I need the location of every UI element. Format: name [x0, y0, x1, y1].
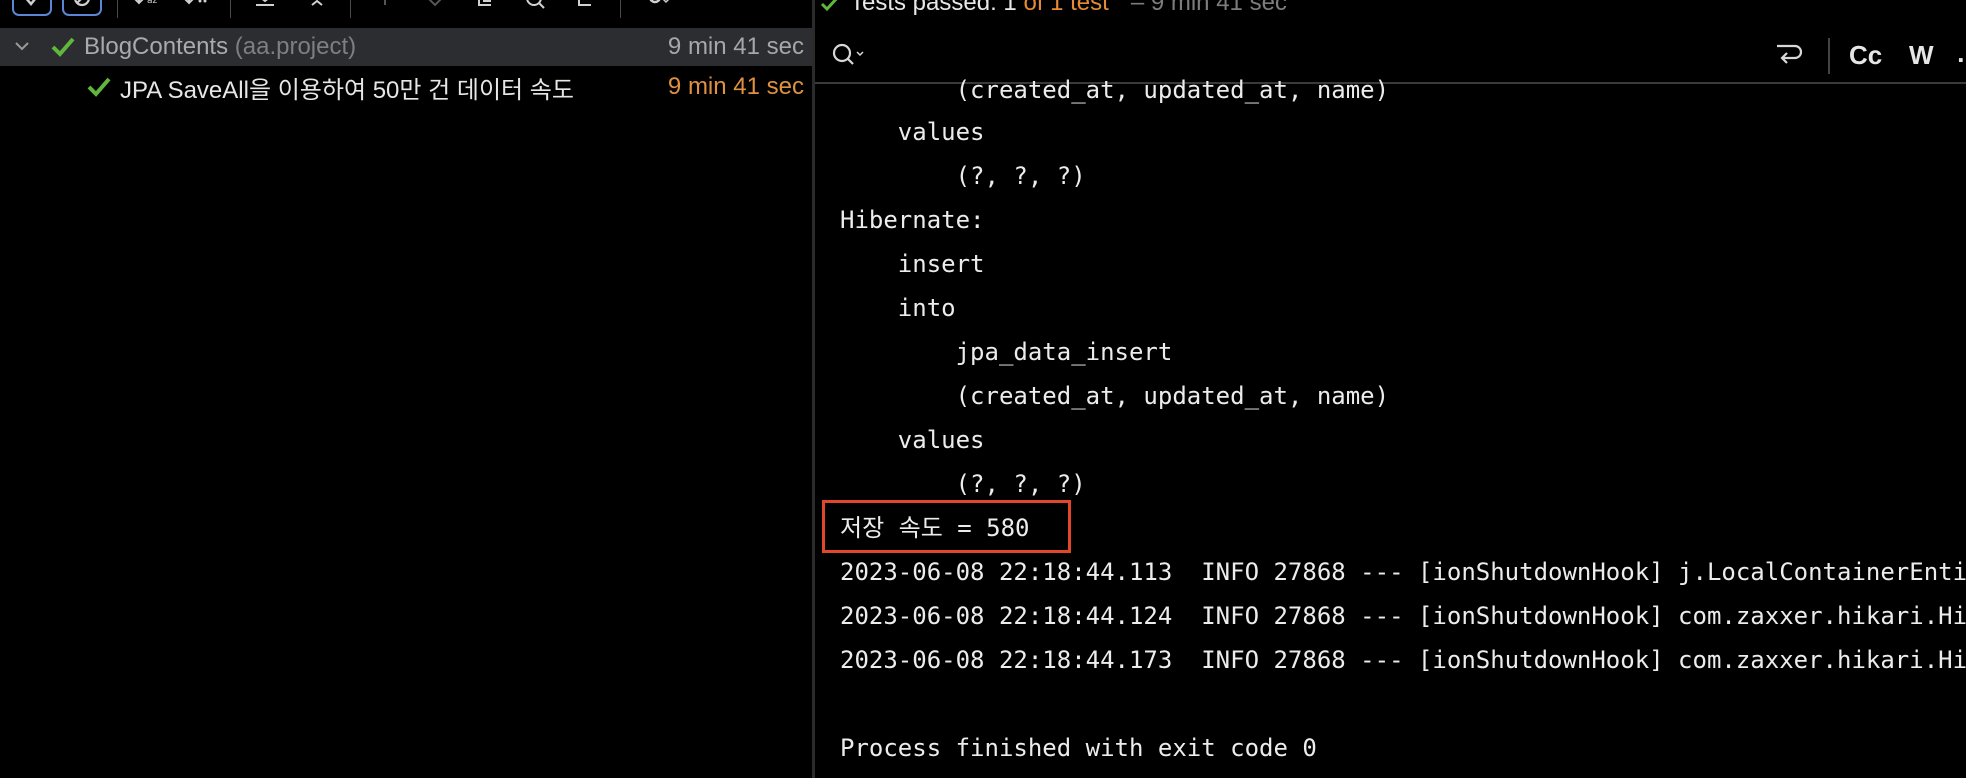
show-ignored-button[interactable]	[62, 0, 102, 16]
test-runner-toolbar: az Tests passed: 1 of 1 test – 9 min 41 s…	[0, 0, 1966, 27]
toolbar-separator	[350, 0, 351, 18]
collapse-all-button[interactable]	[300, 0, 334, 18]
process-exit-line: Process finished with exit code 0	[840, 734, 1317, 762]
arrow-down-icon	[428, 0, 442, 7]
expand-all-icon	[256, 0, 274, 6]
soft-wrap-icon[interactable]	[1773, 40, 1803, 70]
test-history-button[interactable]	[518, 0, 552, 18]
show-passed-button[interactable]	[12, 0, 52, 16]
match-case-toggle[interactable]: Cc	[1849, 40, 1882, 71]
log-line: jpa_data_insert	[840, 338, 1173, 366]
total-duration-label: – 9 min 41 sec	[1130, 0, 1287, 16]
export-icon	[478, 0, 491, 6]
chevron-down-icon[interactable]	[12, 36, 32, 56]
log-line: into	[840, 294, 956, 322]
tree-item-duration: 9 min 41 sec	[667, 33, 804, 60]
import-icon	[578, 0, 591, 6]
tree-item-sublabel: (aa.project)	[234, 33, 357, 60]
previous-failed-button[interactable]	[368, 0, 402, 18]
sort-alphabetically-button[interactable]: az	[130, 0, 164, 18]
gear-icon	[649, 0, 670, 4]
console-output-panel: Cc W .* (created_at, updated_at, name) v…	[815, 28, 1966, 778]
collapse-all-icon	[311, 0, 323, 6]
log-line: 2023-06-08 22:18:44.173 INFO 27868 --- […	[840, 646, 1966, 674]
log-line: insert	[840, 250, 985, 278]
toolbar-separator	[620, 0, 621, 18]
expand-all-button[interactable]	[248, 0, 282, 18]
tree-item-test[interactable]: JPA SaveAll을 이용하여 50만 건 데이터 속도 9 min 41 …	[0, 68, 812, 106]
passed-check-icon	[820, 0, 837, 11]
import-tests-button[interactable]	[568, 0, 602, 18]
export-results-button[interactable]	[468, 0, 502, 18]
highlight-annotation-box	[822, 500, 1071, 553]
log-line: Hibernate:	[840, 206, 985, 234]
log-line: (created_at, updated_at, name)	[840, 76, 1390, 104]
log-line: 2023-06-08 22:18:44.113 INFO 27868 --- […	[840, 558, 1966, 586]
tree-item-label: BlogContents	[84, 33, 229, 60]
whole-words-toggle[interactable]: W	[1909, 40, 1934, 71]
toolbar-separator	[230, 0, 231, 18]
svg-text:az: az	[147, 0, 158, 6]
settings-button[interactable]	[640, 0, 674, 18]
test-status-summary: Tests passed: 1 of 1 test – 9 min 41 sec	[820, 0, 1287, 17]
history-icon	[526, 0, 545, 9]
log-line: 2023-06-08 22:18:44.124 INFO 27868 --- […	[840, 602, 1966, 630]
passed-check-icon	[87, 77, 111, 97]
sort-by-duration-button[interactable]	[180, 0, 214, 18]
test-results-tree: BlogContents (aa.project) 9 min 41 sec J…	[0, 28, 812, 778]
tests-passed-label: Tests passed: 1	[850, 0, 1017, 16]
tree-item-label: JPA SaveAll을 이용하여 50만 건 데이터 속도	[120, 76, 574, 104]
search-icon[interactable]	[831, 42, 867, 70]
regex-toggle[interactable]: .*	[1953, 40, 1966, 70]
arrow-up-icon	[384, 0, 386, 5]
log-line: (created_at, updated_at, name)	[840, 382, 1390, 410]
sort-alpha-icon: az	[134, 0, 158, 6]
log-line: values	[840, 426, 985, 454]
tests-count-label: of 1 test	[1023, 0, 1109, 16]
ignored-icon	[74, 0, 90, 7]
log-line: (?, ?, ?)	[840, 162, 1086, 190]
sort-duration-icon	[184, 0, 207, 5]
toolbar-separator	[117, 0, 118, 18]
check-icon	[25, 0, 36, 6]
tree-item-blogcontents[interactable]: BlogContents (aa.project) 9 min 41 sec	[0, 28, 812, 66]
log-line: values	[840, 118, 985, 146]
tree-item-duration: 9 min 41 sec	[667, 73, 804, 100]
search-bar-separator	[1828, 38, 1830, 74]
passed-check-icon	[51, 37, 75, 57]
next-failed-button[interactable]	[418, 0, 452, 18]
